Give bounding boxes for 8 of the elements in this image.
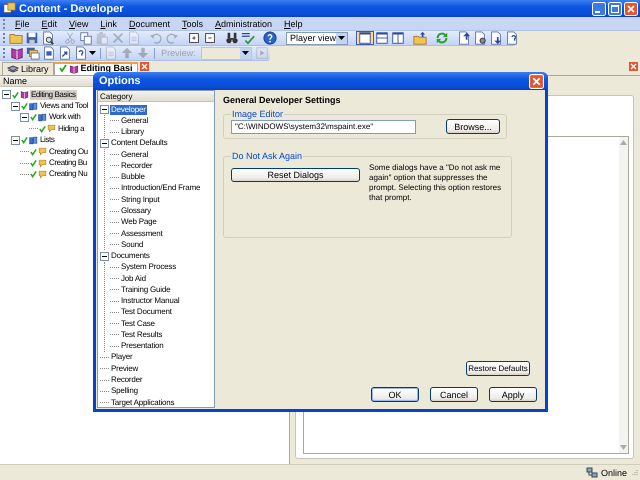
section-heading: General Developer Settings <box>223 95 342 105</box>
window-title: Content - Developer <box>19 2 124 14</box>
dialog-title: Options <box>99 75 141 87</box>
preview-label: Preview: <box>160 48 197 58</box>
status-text: Online <box>600 468 627 478</box>
group-label: Image Editor <box>231 109 284 119</box>
group-label: Do Not Ask Again <box>231 151 304 161</box>
description-text: Some dialogs have a "Do not ask me again" option that suppresses the prompt. Selecting this option restores that prompt. <box>369 163 502 203</box>
